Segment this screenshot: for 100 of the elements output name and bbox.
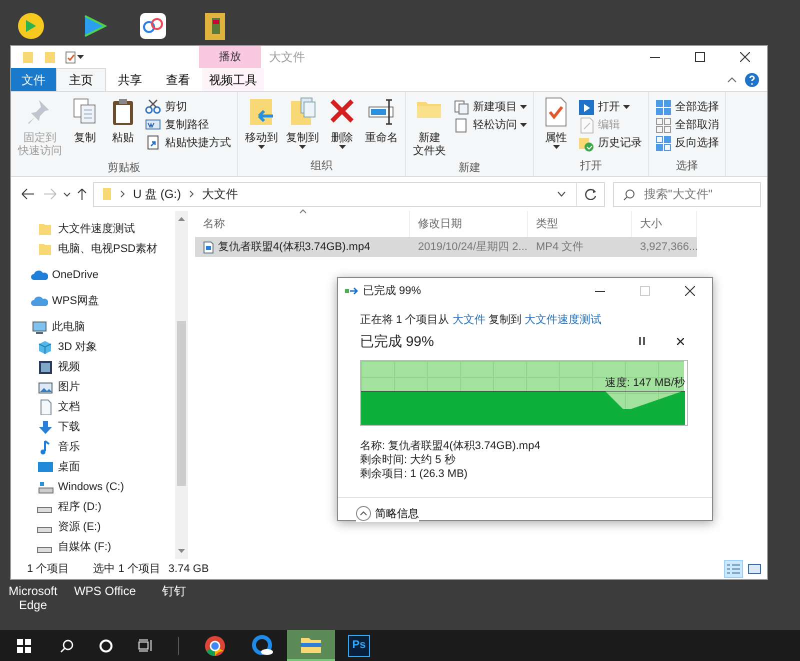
ribbon-button[interactable]: 复制到 bbox=[282, 94, 323, 158]
ribbon-button[interactable]: 移动到 bbox=[241, 94, 282, 158]
caret-icon bbox=[623, 105, 630, 109]
drive-icon bbox=[37, 479, 54, 495]
progress-heading: 已完成 99% bbox=[360, 332, 434, 350]
app-shortcut-icon bbox=[17, 12, 45, 41]
nav-item[interactable]: OneDrive bbox=[11, 265, 174, 285]
cube-icon bbox=[37, 339, 54, 355]
picture-icon bbox=[748, 563, 761, 575]
drive-icon bbox=[37, 506, 52, 512]
up-icon[interactable] bbox=[77, 188, 87, 200]
file-menu-tab[interactable]: 文件 bbox=[11, 68, 56, 91]
nav-item[interactable]: 自媒体 (F:) bbox=[11, 537, 174, 557]
close-icon bbox=[684, 286, 694, 296]
chevron-icon bbox=[189, 190, 194, 198]
ribbon-button[interactable]: 删除 bbox=[323, 94, 361, 158]
nav-item[interactable]: 资源 (E:) bbox=[11, 517, 174, 537]
close-icon[interactable] bbox=[677, 338, 684, 344]
search-icon bbox=[60, 638, 74, 652]
select-none-icon bbox=[655, 116, 672, 134]
breadcrumb-link[interactable]: U 盘 (G:) bbox=[133, 185, 181, 203]
file-row[interactable]: 复仇者联盟4(体积3.74GB).mp4 2019/10/24/星期四 2... MP4 文件 3,927,366... bbox=[195, 237, 697, 257]
chevron-icon bbox=[120, 190, 125, 198]
ribbon-button[interactable]: 全部选择 bbox=[652, 98, 722, 116]
caret-icon bbox=[520, 123, 527, 127]
video-file-icon bbox=[203, 240, 214, 254]
nav-item[interactable]: 图片 bbox=[11, 377, 174, 397]
ribbon-button[interactable]: 反向选择 bbox=[652, 134, 722, 152]
folder-link[interactable]: 大文件速度测试 bbox=[524, 314, 602, 326]
ribbon-button[interactable]: 属性 bbox=[537, 94, 575, 158]
ribbon-button[interactable]: 粘贴 bbox=[104, 94, 142, 160]
window-title: 大文件 bbox=[269, 49, 305, 66]
nav-item[interactable]: 文档 bbox=[11, 397, 174, 417]
ribbon-button[interactable]: 复制 bbox=[66, 94, 104, 160]
nav-item[interactable]: 大文件速度测试 bbox=[11, 219, 174, 239]
scrollbar[interactable] bbox=[175, 211, 188, 559]
ribbon-button[interactable]: 打开 bbox=[575, 98, 645, 116]
ribbon-button[interactable]: 历史记录 bbox=[575, 134, 645, 152]
search-field[interactable]: 搜索"大文件" bbox=[613, 182, 761, 206]
ribbon-button[interactable]: 复制路径 bbox=[142, 116, 234, 134]
ribbon-button[interactable]: 新建 文件夹 bbox=[409, 94, 450, 160]
scroll-up-icon bbox=[178, 217, 185, 221]
ribbon-button[interactable]: 新建项目 bbox=[450, 98, 530, 116]
dialog-title: 已完成 99% bbox=[363, 284, 422, 299]
address-bar[interactable]: U 盘 (G:) 大文件 bbox=[93, 182, 605, 206]
caret-icon bbox=[299, 145, 306, 149]
context-tab-header: 播放 bbox=[199, 46, 261, 68]
folder-icon bbox=[300, 636, 322, 654]
ribbon-button[interactable]: 粘贴快捷方式 bbox=[142, 134, 234, 152]
ribbon-group-label: 组织 bbox=[310, 159, 334, 174]
folder-link[interactable]: 大文件 bbox=[452, 314, 486, 326]
ribbon-tab[interactable]: 视频工具 bbox=[202, 68, 264, 91]
ribbon-button[interactable]: 剪切 bbox=[142, 98, 234, 116]
nav-item[interactable]: 音乐 bbox=[11, 437, 174, 457]
list-icon bbox=[727, 563, 740, 575]
download-icon bbox=[37, 419, 54, 435]
dropdown-icon[interactable] bbox=[63, 192, 71, 196]
nav-item[interactable]: 桌面 bbox=[11, 457, 174, 477]
nav-item[interactable]: 视频 bbox=[11, 357, 174, 377]
nav-item[interactable]: 程序 (D:) bbox=[11, 497, 174, 517]
desktop-icon-label[interactable]: 钉钉 bbox=[162, 584, 186, 598]
ribbon-button[interactable]: 轻松访问 bbox=[450, 116, 530, 134]
desktop-icon-label[interactable]: Microsoft Edge bbox=[8, 584, 58, 612]
caret-icon bbox=[552, 145, 560, 149]
nav-item[interactable]: WPS网盘 bbox=[11, 291, 174, 311]
nav-item[interactable]: 下载 bbox=[11, 417, 174, 437]
taskbar-app-button[interactable]: Ps bbox=[335, 630, 383, 661]
folder-icon bbox=[37, 241, 54, 257]
desktop-icon-label[interactable]: WPS Office bbox=[74, 584, 136, 598]
large-icons-view-button[interactable] bbox=[746, 561, 763, 577]
fewer-details-button[interactable]: 简略信息 bbox=[356, 506, 419, 522]
ribbon-tab[interactable]: 查看 bbox=[154, 68, 202, 91]
nav-item[interactable]: 电脑、电视PSD素材 bbox=[11, 239, 174, 259]
ribbon-button[interactable]: 重命名 bbox=[361, 94, 402, 158]
scrollbar-thumb[interactable] bbox=[177, 321, 186, 486]
app-shortcut-icon bbox=[139, 12, 167, 41]
ribbon-tab[interactable]: 共享 bbox=[106, 68, 154, 91]
ribbon-tab[interactable]: 主页 bbox=[56, 68, 106, 91]
help-icon[interactable] bbox=[745, 72, 759, 86]
breadcrumb-link[interactable]: 大文件 bbox=[202, 185, 238, 203]
caret-icon bbox=[258, 145, 265, 149]
details-view-button[interactable] bbox=[725, 561, 742, 577]
monitor-icon bbox=[37, 459, 54, 475]
status-text: 3.74 GB bbox=[168, 562, 209, 577]
nav-item[interactable]: Windows (C:) bbox=[11, 477, 174, 497]
ribbon-group-label: 新建 bbox=[458, 160, 482, 176]
table-cell-text: MP4 文件 bbox=[536, 240, 584, 255]
nav-item[interactable]: 3D 对象 bbox=[11, 337, 174, 357]
minimize-icon bbox=[594, 290, 604, 292]
select-all-icon bbox=[655, 98, 672, 116]
circle-icon bbox=[99, 638, 113, 652]
ribbon-button[interactable]: 全部取消 bbox=[652, 116, 722, 134]
nav-item[interactable]: 此电脑 bbox=[11, 317, 174, 337]
folder-icon bbox=[37, 221, 54, 237]
ribbon-group-label: 打开 bbox=[579, 159, 603, 174]
dropdown-icon[interactable] bbox=[557, 191, 566, 197]
status-text: 选中 1 个项目 bbox=[93, 562, 160, 577]
collapse-ribbon-icon[interactable] bbox=[727, 76, 737, 82]
pause-icon[interactable] bbox=[639, 337, 645, 345]
back-icon[interactable] bbox=[21, 188, 35, 200]
